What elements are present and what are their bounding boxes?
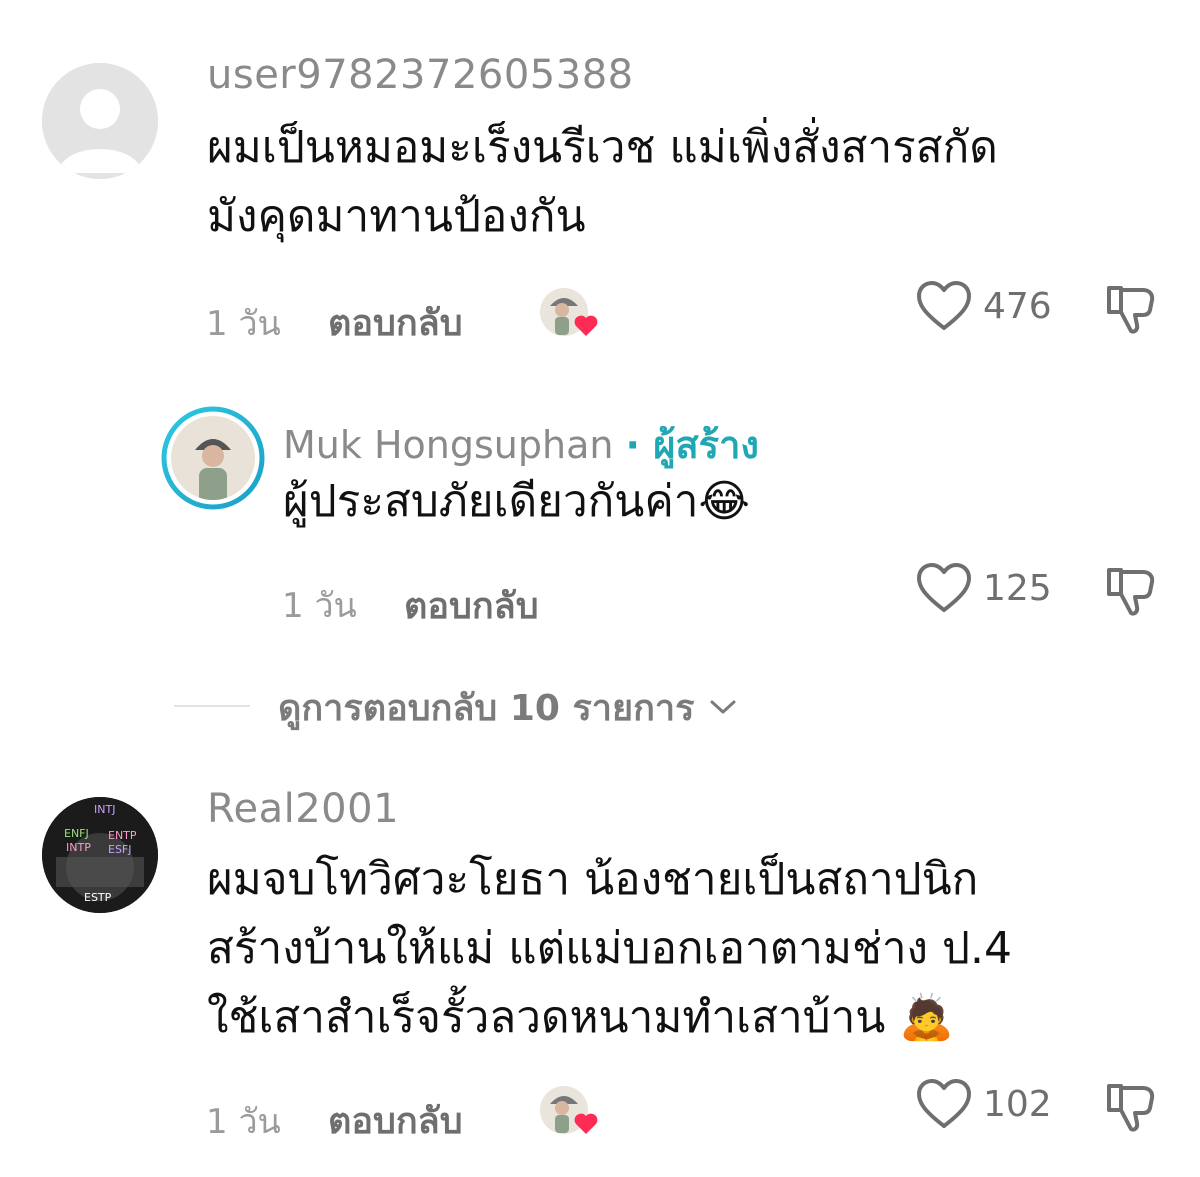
comment-text-line: มังคุดมาทานป้องกัน [207, 191, 586, 242]
comment-text-line: ผู้ประสบภัยเดียวกันค่า😂 [283, 476, 750, 527]
chevron-down-icon [710, 700, 736, 714]
default-user-icon [42, 63, 158, 179]
like-button[interactable] [915, 562, 973, 616]
comment-time: 1 วัน [282, 586, 357, 626]
comment-username[interactable]: user9782372605388 [207, 52, 634, 98]
heart-outline-icon [917, 563, 971, 612]
thumbs-down-icon [1107, 1084, 1155, 1132]
avatar-label: INTJ [94, 803, 115, 816]
comment-text-line: สร้างบ้านให้แม่ แต่แม่บอกเอาตามช่าง ป.4 [207, 923, 1012, 974]
like-count: 476 [983, 286, 1052, 327]
comment-list: user9782372605388 ผมเป็นหมอมะเร็งนรีเวช … [0, 0, 1200, 1177]
like-button[interactable] [915, 280, 973, 334]
mbti-avatar-image: INTJ ENFJ ENTP INTP ESFJ ESTP [42, 797, 158, 913]
comment-time: 1 วัน [206, 304, 281, 344]
creator-liked-badge [538, 286, 604, 342]
commenter-avatar[interactable] [42, 63, 158, 179]
dislike-button[interactable] [1103, 282, 1159, 336]
creator-avatar[interactable] [161, 406, 265, 510]
creator-badge: · ผู้สร้าง [625, 423, 759, 467]
comment-text-line: ใช้เสาสำเร็จรั้วลวดหนามทำเสาบ้าน 🙇 [207, 992, 955, 1043]
view-replies-label: ดูการตอบกลับ 10 รายการ [278, 687, 695, 729]
heart-icon [574, 1113, 598, 1134]
comment-text-line: ผมเป็นหมอมะเร็งนรีเวช แม่เพิ่งสั่งสารสกั… [207, 122, 998, 173]
reply-button[interactable]: ตอบกลับ [328, 1092, 463, 1149]
commenter-avatar[interactable]: INTJ ENFJ ENTP INTP ESFJ ESTP [42, 797, 158, 913]
comment-username[interactable]: Real2001 [207, 786, 399, 832]
avatar-label: INTP [66, 841, 91, 854]
dislike-button[interactable] [1103, 1080, 1159, 1134]
heart-outline-icon [917, 281, 971, 330]
dislike-button[interactable] [1103, 564, 1159, 618]
creator-username[interactable]: Muk Hongsuphan · ผู้สร้าง [283, 414, 759, 475]
heart-outline-icon [917, 1079, 971, 1128]
avatar-label: ENFJ [64, 827, 89, 840]
comment-text-line: ผมจบโทวิศวะโยธา น้องชายเป็นสถาปนิก [207, 854, 979, 905]
thumbs-down-icon [1107, 286, 1155, 334]
avatar-label: ESFJ [108, 843, 132, 856]
thumbs-down-icon [1107, 568, 1155, 616]
heart-icon [574, 315, 598, 336]
replies-divider [174, 705, 250, 707]
like-count: 102 [983, 1084, 1052, 1125]
like-count: 125 [983, 568, 1052, 609]
reply-button[interactable]: ตอบกลับ [328, 294, 463, 351]
avatar-label: ESTP [84, 891, 112, 904]
comment-time: 1 วัน [206, 1102, 281, 1142]
creator-username-text: Muk Hongsuphan [283, 423, 614, 467]
reply-button[interactable]: ตอบกลับ [404, 577, 539, 634]
like-button[interactable] [915, 1078, 973, 1132]
avatar-label: ENTP [108, 829, 137, 842]
creator-liked-badge [538, 1084, 604, 1140]
view-replies-button[interactable]: ดูการตอบกลับ 10 รายการ [278, 684, 738, 730]
